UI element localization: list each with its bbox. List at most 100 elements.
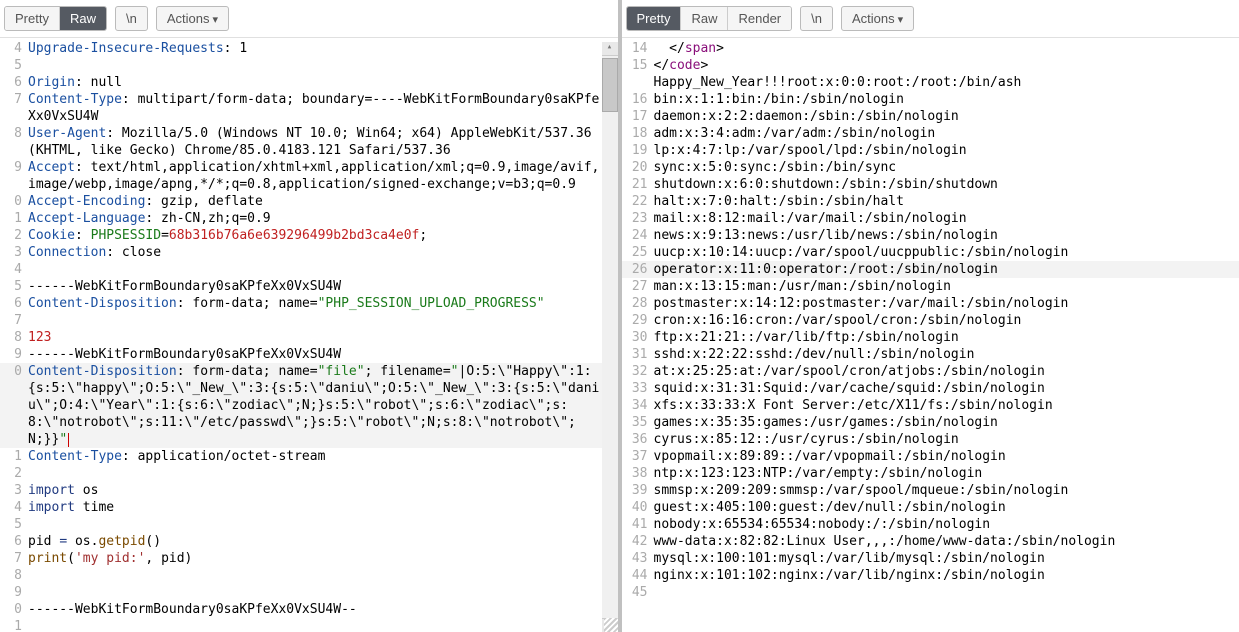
- code-content[interactable]: ------WebKitFormBoundary0saKPfeXx0VxSU4W: [28, 346, 618, 363]
- code-content[interactable]: smmsp:x:209:209:smmsp:/var/spool/mqueue:…: [654, 482, 1239, 499]
- code-content[interactable]: [28, 567, 618, 584]
- scrollbar-vertical[interactable]: ▴ ▾: [602, 42, 618, 632]
- code-content[interactable]: Accept: text/html,application/xhtml+xml,…: [28, 159, 618, 193]
- code-line[interactable]: 28postmaster:x:14:12:postmaster:/var/mai…: [622, 295, 1239, 312]
- code-content[interactable]: postmaster:x:14:12:postmaster:/var/mail:…: [654, 295, 1239, 312]
- code-line[interactable]: 45: [622, 584, 1239, 601]
- code-line[interactable]: 7print('my pid:', pid): [0, 550, 618, 567]
- code-line[interactable]: 2: [0, 465, 618, 482]
- tab-raw[interactable]: Raw: [59, 7, 106, 30]
- code-content[interactable]: adm:x:3:4:adm:/var/adm:/sbin/nologin: [654, 125, 1239, 142]
- code-content[interactable]: squid:x:31:31:Squid:/var/cache/squid:/sb…: [654, 380, 1239, 397]
- newline-toggle-button[interactable]: \n: [115, 6, 148, 31]
- code-line[interactable]: 6pid = os.getpid(): [0, 533, 618, 550]
- code-line[interactable]: 21shutdown:x:6:0:shutdown:/sbin:/sbin/sh…: [622, 176, 1239, 193]
- code-line[interactable]: 18adm:x:3:4:adm:/var/adm:/sbin/nologin: [622, 125, 1239, 142]
- code-line[interactable]: 9------WebKitFormBoundary0saKPfeXx0VxSU4…: [0, 346, 618, 363]
- code-line[interactable]: 39smmsp:x:209:209:smmsp:/var/spool/mqueu…: [622, 482, 1239, 499]
- code-content[interactable]: news:x:9:13:news:/usr/lib/news:/sbin/nol…: [654, 227, 1239, 244]
- code-content[interactable]: </span>: [654, 40, 1239, 57]
- code-content[interactable]: halt:x:7:0:halt:/sbin:/sbin/halt: [654, 193, 1239, 210]
- code-line[interactable]: 4import time: [0, 499, 618, 516]
- code-content[interactable]: Upgrade-Insecure-Requests: 1: [28, 40, 618, 57]
- code-line[interactable]: 20sync:x:5:0:sync:/sbin:/bin/sync: [622, 159, 1239, 176]
- code-line[interactable]: 1Content-Type: application/octet-stream: [0, 448, 618, 465]
- code-line[interactable]: 34xfs:x:33:33:X Font Server:/etc/X11/fs:…: [622, 397, 1239, 414]
- code-content[interactable]: cron:x:16:16:cron:/var/spool/cron:/sbin/…: [654, 312, 1239, 329]
- code-content[interactable]: lp:x:4:7:lp:/var/spool/lpd:/sbin/nologin: [654, 142, 1239, 159]
- code-line[interactable]: 19lp:x:4:7:lp:/var/spool/lpd:/sbin/nolog…: [622, 142, 1239, 159]
- code-content[interactable]: vpopmail:x:89:89::/var/vpopmail:/sbin/no…: [654, 448, 1239, 465]
- code-content[interactable]: Content-Disposition: form-data; name="PH…: [28, 295, 618, 312]
- code-line[interactable]: 15</code>: [622, 57, 1239, 74]
- code-content[interactable]: guest:x:405:100:guest:/dev/null:/sbin/no…: [654, 499, 1239, 516]
- code-line[interactable]: 35games:x:35:35:games:/usr/games:/sbin/n…: [622, 414, 1239, 431]
- code-content[interactable]: games:x:35:35:games:/usr/games:/sbin/nol…: [654, 414, 1239, 431]
- code-line[interactable]: 29cron:x:16:16:cron:/var/spool/cron:/sbi…: [622, 312, 1239, 329]
- code-line[interactable]: 5: [0, 516, 618, 533]
- code-content[interactable]: Cookie: PHPSESSID=68b316b76a6e639296499b…: [28, 227, 618, 244]
- resize-handle[interactable]: [604, 618, 618, 632]
- code-content[interactable]: [28, 261, 618, 278]
- code-content[interactable]: at:x:25:25:at:/var/spool/cron/atjobs:/sb…: [654, 363, 1239, 380]
- code-content[interactable]: ftp:x:21:21::/var/lib/ftp:/sbin/nologin: [654, 329, 1239, 346]
- scrollbar-up-icon[interactable]: ▴: [602, 42, 618, 56]
- code-content[interactable]: User-Agent: Mozilla/5.0 (Windows NT 10.0…: [28, 125, 618, 159]
- code-line[interactable]: 8123: [0, 329, 618, 346]
- code-content[interactable]: sshd:x:22:22:sshd:/dev/null:/sbin/nologi…: [654, 346, 1239, 363]
- tab-pretty[interactable]: Pretty: [627, 7, 681, 30]
- code-content[interactable]: nginx:x:101:102:nginx:/var/lib/nginx:/sb…: [654, 567, 1239, 584]
- code-content[interactable]: man:x:13:15:man:/usr/man:/sbin/nologin: [654, 278, 1239, 295]
- code-content[interactable]: 123: [28, 329, 618, 346]
- code-line[interactable]: 26operator:x:11:0:operator:/root:/sbin/n…: [622, 261, 1239, 278]
- code-line[interactable]: 0------WebKitFormBoundary0saKPfeXx0VxSU4…: [0, 601, 618, 618]
- code-content[interactable]: print('my pid:', pid): [28, 550, 618, 567]
- code-content[interactable]: www-data:x:82:82:Linux User,,,:/home/www…: [654, 533, 1239, 550]
- code-content[interactable]: Accept-Encoding: gzip, deflate: [28, 193, 618, 210]
- code-content[interactable]: cyrus:x:85:12::/usr/cyrus:/sbin/nologin: [654, 431, 1239, 448]
- actions-dropdown[interactable]: Actions: [156, 6, 229, 31]
- code-line[interactable]: 44nginx:x:101:102:nginx:/var/lib/nginx:/…: [622, 567, 1239, 584]
- code-content[interactable]: daemon:x:2:2:daemon:/sbin:/sbin/nologin: [654, 108, 1239, 125]
- tab-raw[interactable]: Raw: [680, 7, 727, 30]
- code-line[interactable]: 16bin:x:1:1:bin:/bin:/sbin/nologin: [622, 91, 1239, 108]
- code-line[interactable]: 24news:x:9:13:news:/usr/lib/news:/sbin/n…: [622, 227, 1239, 244]
- code-line[interactable]: 17daemon:x:2:2:daemon:/sbin:/sbin/nologi…: [622, 108, 1239, 125]
- code-content[interactable]: Content-Disposition: form-data; name="fi…: [28, 363, 618, 448]
- code-content[interactable]: import os: [28, 482, 618, 499]
- code-line[interactable]: 36cyrus:x:85:12::/usr/cyrus:/sbin/nologi…: [622, 431, 1239, 448]
- code-content[interactable]: ntp:x:123:123:NTP:/var/empty:/sbin/nolog…: [654, 465, 1239, 482]
- code-content[interactable]: pid = os.getpid(): [28, 533, 618, 550]
- code-content[interactable]: [28, 584, 618, 601]
- code-line[interactable]: 14 </span>: [622, 40, 1239, 57]
- code-line[interactable]: 4Upgrade-Insecure-Requests: 1: [0, 40, 618, 57]
- code-line[interactable]: 0Content-Disposition: form-data; name="f…: [0, 363, 618, 448]
- code-line[interactable]: 3import os: [0, 482, 618, 499]
- code-content[interactable]: uucp:x:10:14:uucp:/var/spool/uucppublic:…: [654, 244, 1239, 261]
- code-content[interactable]: </code>: [654, 57, 1239, 74]
- code-content[interactable]: mysql:x:100:101:mysql:/var/lib/mysql:/sb…: [654, 550, 1239, 567]
- code-line[interactable]: 9Accept: text/html,application/xhtml+xml…: [0, 159, 618, 193]
- code-content[interactable]: xfs:x:33:33:X Font Server:/etc/X11/fs:/s…: [654, 397, 1239, 414]
- code-line[interactable]: 32at:x:25:25:at:/var/spool/cron/atjobs:/…: [622, 363, 1239, 380]
- request-editor[interactable]: 4Upgrade-Insecure-Requests: 156Origin: n…: [0, 38, 618, 632]
- code-content[interactable]: import time: [28, 499, 618, 516]
- code-content[interactable]: ------WebKitFormBoundary0saKPfeXx0VxSU4W…: [28, 601, 618, 618]
- code-content[interactable]: [654, 584, 1239, 601]
- code-line[interactable]: 25uucp:x:10:14:uucp:/var/spool/uucppubli…: [622, 244, 1239, 261]
- response-editor[interactable]: 14 </span>15</code>Happy_New_Year!!!root…: [622, 38, 1239, 632]
- code-line[interactable]: 1Accept-Language: zh-CN,zh;q=0.9: [0, 210, 618, 227]
- code-line[interactable]: 5: [0, 57, 618, 74]
- code-content[interactable]: shutdown:x:6:0:shutdown:/sbin:/sbin/shut…: [654, 176, 1239, 193]
- scrollbar-thumb[interactable]: [602, 58, 618, 112]
- code-content[interactable]: [28, 312, 618, 329]
- code-line[interactable]: 30ftp:x:21:21::/var/lib/ftp:/sbin/nologi…: [622, 329, 1239, 346]
- code-content[interactable]: Accept-Language: zh-CN,zh;q=0.9: [28, 210, 618, 227]
- code-content[interactable]: [28, 618, 618, 632]
- code-content[interactable]: Content-Type: application/octet-stream: [28, 448, 618, 465]
- code-line[interactable]: 31sshd:x:22:22:sshd:/dev/null:/sbin/nolo…: [622, 346, 1239, 363]
- code-line[interactable]: 40guest:x:405:100:guest:/dev/null:/sbin/…: [622, 499, 1239, 516]
- code-content[interactable]: [28, 57, 618, 74]
- code-line[interactable]: 23mail:x:8:12:mail:/var/mail:/sbin/nolog…: [622, 210, 1239, 227]
- code-line[interactable]: 42www-data:x:82:82:Linux User,,,:/home/w…: [622, 533, 1239, 550]
